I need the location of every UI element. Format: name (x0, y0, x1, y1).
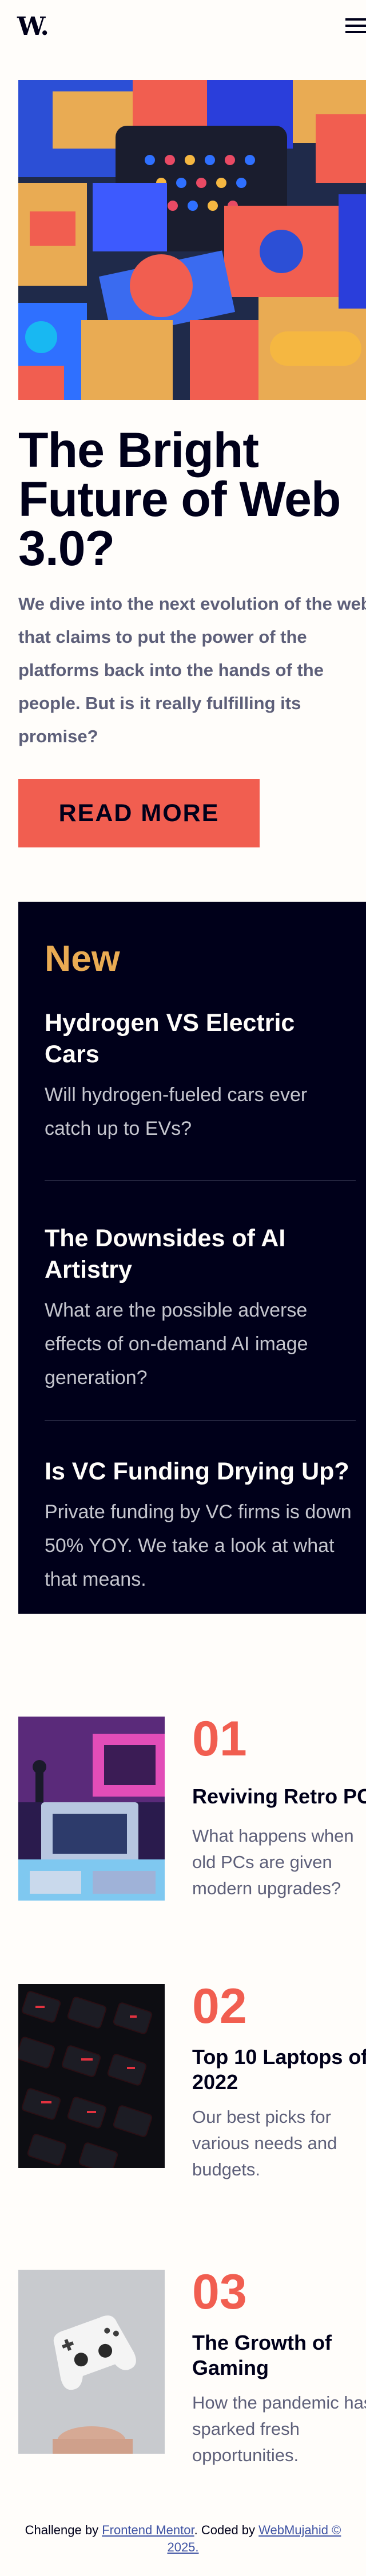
page-title: The Bright Future of Web 3.0? (18, 426, 366, 573)
list-number: 02 (192, 1979, 247, 2034)
attribution-footer: Challenge by Frontend Mentor. Coded by W… (0, 2522, 366, 2556)
footer-text: . Coded by (194, 2523, 259, 2537)
author-link-year: 2025. (167, 2540, 199, 2554)
list-number: 01 (192, 1711, 247, 1766)
footer-text: Challenge by (25, 2523, 102, 2537)
title-line: Future of Web (18, 472, 341, 527)
news-title-line: Hydrogen VS Electric (45, 1009, 295, 1037)
list-title-line: The Growth of (192, 2331, 332, 2354)
list-item-title[interactable]: Top 10 Laptops of 2022 (192, 2045, 366, 2095)
read-more-button[interactable]: READ MORE (18, 779, 260, 847)
list-item: 02 Top 10 Laptops of 2022 Our best picks… (18, 1979, 366, 2179)
menu-bar (345, 31, 366, 33)
news-item-text: What are the possible adverse effects of… (45, 1299, 308, 1389)
list-item-title[interactable]: The Growth of Gaming (192, 2330, 332, 2381)
list-item-text: Our best picks for various needs and bud… (192, 2107, 337, 2179)
site-logo[interactable]: W. (17, 13, 49, 41)
news-title-line: The Downsides of AI (45, 1225, 286, 1252)
title-line: The Bright (18, 423, 259, 478)
new-heading: New (45, 938, 120, 979)
menu-bar (345, 25, 366, 27)
news-item-title[interactable]: Is VC Funding Drying Up? (45, 1456, 365, 1487)
news-item-text: Will hydrogen-fueled cars ever catch up … (45, 1084, 308, 1139)
game-controller-image (18, 2270, 165, 2454)
hero-description: We dive into the next evolution of the w… (18, 594, 366, 746)
news-item-title[interactable]: The Downsides of AI Artistry (45, 1223, 365, 1286)
list-title-line: Gaming (192, 2356, 269, 2379)
list-title-line: Top 10 Laptops of (192, 2045, 366, 2069)
news-item: The Downsides of AI Artistry What are th… (45, 1223, 365, 1395)
news-title-line: Artistry (45, 1256, 132, 1283)
list-number: 03 (192, 2265, 247, 2319)
list-title-line: 2022 (192, 2070, 238, 2094)
menu-bar (345, 18, 366, 21)
hamburger-menu-icon[interactable] (345, 18, 366, 35)
list-item-text: How the pandemic has sparked fresh oppor… (192, 2393, 366, 2465)
news-title-line: Cars (45, 1041, 100, 1068)
list-item: 03 The Growth of Gaming How the pandemic… (18, 2266, 366, 2465)
list-item-title[interactable]: Reviving Retro PCs (192, 1784, 366, 1809)
frontend-mentor-link[interactable]: Frontend Mentor (102, 2523, 194, 2537)
news-item: Hydrogen VS Electric Cars Will hydrogen-… (45, 1007, 365, 1146)
retro-pc-image (18, 1717, 165, 1901)
news-item: Is VC Funding Drying Up? Private funding… (45, 1456, 365, 1597)
laptop-keyboard-image (18, 1984, 165, 2168)
hero-image (18, 80, 366, 400)
list-item-text: What happens when old PCs are given mode… (192, 1826, 354, 1898)
news-item-title[interactable]: Hydrogen VS Electric Cars (45, 1007, 365, 1070)
new-articles-panel: New Hydrogen VS Electric Cars Will hydro… (18, 902, 366, 1614)
author-link-text: WebMujahid © (258, 2523, 341, 2537)
site-header: W. (0, 0, 366, 57)
list-item: 01 Reviving Retro PCs What happens when … (18, 1713, 366, 1901)
news-item-text: Private funding by VC firms is down 50% … (45, 1501, 352, 1590)
title-line: 3.0? (18, 521, 115, 576)
